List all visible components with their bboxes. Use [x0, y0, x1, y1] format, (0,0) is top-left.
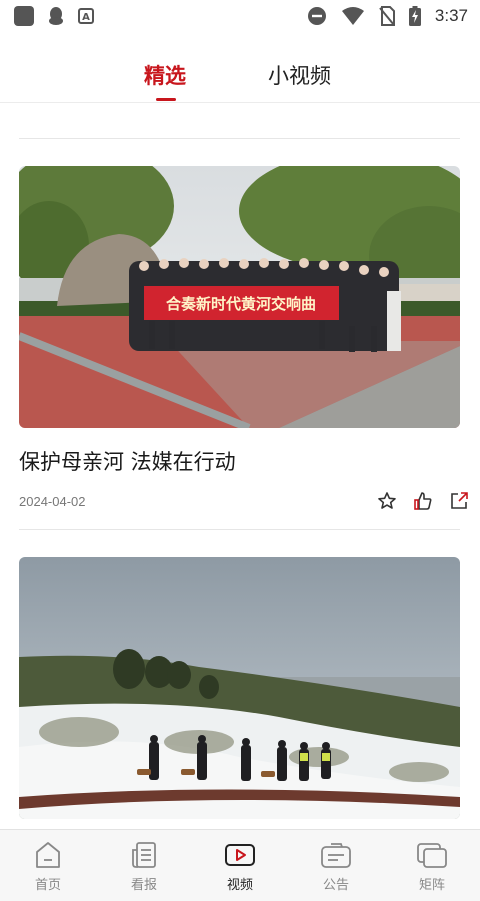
do-not-disturb-icon	[307, 7, 326, 25]
app-icon	[14, 6, 34, 26]
nav-label-video: 视频	[226, 878, 253, 893]
article-date: 2024-04-02	[19, 494, 86, 509]
article-actions	[377, 491, 469, 511]
battery-charging-icon	[408, 6, 421, 26]
banner-text: 合奏新时代黄河交响曲	[165, 295, 316, 313]
video-play-icon	[225, 844, 255, 866]
article-title[interactable]: 保护母亲河 法媒在行动	[19, 446, 236, 476]
home-icon	[36, 842, 60, 868]
nav-matrix[interactable]: 矩阵	[384, 830, 480, 901]
active-tab-indicator	[156, 98, 176, 101]
newspaper-icon	[132, 842, 156, 868]
matrix-icon	[417, 843, 447, 868]
nav-announcement[interactable]: 公告	[288, 830, 384, 901]
bottom-navigation: 首页 看报 视频 公告 矩阵	[0, 829, 480, 901]
article-image[interactable]	[19, 557, 460, 819]
status-bar: A 3:37	[0, 0, 480, 36]
star-icon[interactable]	[377, 491, 397, 511]
tab-featured[interactable]: 精选	[144, 60, 186, 90]
a-badge-icon: A	[78, 8, 94, 24]
wifi-icon	[341, 7, 364, 25]
nav-home[interactable]: 首页	[0, 830, 96, 901]
nav-newspaper[interactable]: 看报	[96, 830, 192, 901]
divider	[19, 138, 460, 139]
nav-label-matrix: 矩阵	[418, 878, 445, 893]
tab-short-video[interactable]: 小视频	[268, 60, 331, 90]
share-icon[interactable]	[449, 491, 469, 511]
nav-label-newspaper: 看报	[130, 878, 157, 893]
no-sim-icon	[379, 6, 395, 26]
nav-label-home: 首页	[34, 878, 61, 893]
announcement-icon	[321, 843, 351, 868]
article-image[interactable]: 合奏新时代黄河交响曲	[19, 166, 460, 428]
divider	[19, 529, 460, 530]
thumbs-up-icon[interactable]	[413, 491, 433, 511]
qq-penguin-icon	[49, 7, 63, 25]
news-feed[interactable]: 合奏新时代黄河交响曲 保护母亲河 法媒在行动 2024-04-02	[0, 103, 480, 828]
top-tab-bar: 精选 小视频	[0, 36, 480, 103]
nav-label-announcement: 公告	[322, 878, 349, 893]
status-time: 3:37	[434, 6, 468, 25]
nav-video[interactable]: 视频	[192, 830, 288, 901]
